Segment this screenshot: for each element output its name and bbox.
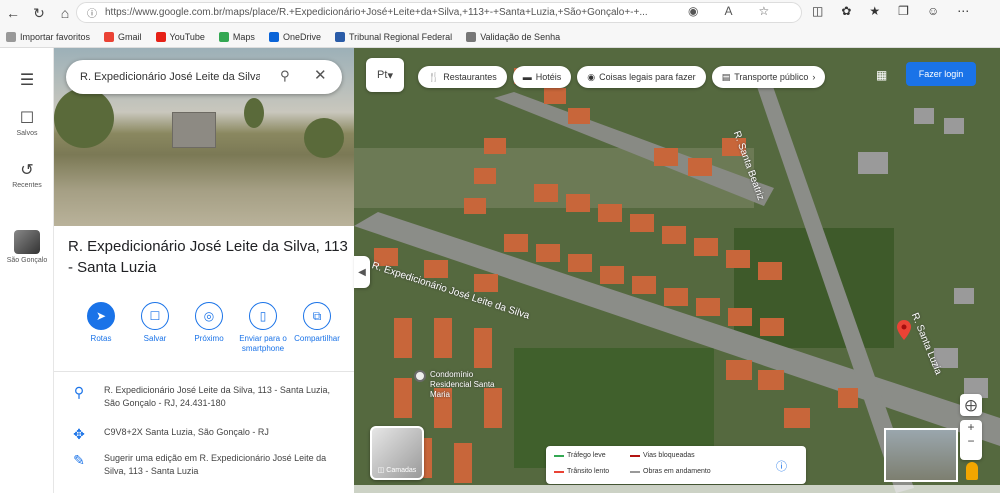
divider [54, 371, 354, 372]
share-icon: ⧉ [303, 302, 331, 330]
search-input[interactable]: R. Expedicionário José Leite da Silva, 1… [80, 71, 260, 83]
collections-icon[interactable]: ❐ [898, 4, 909, 18]
street-view-thumbnail[interactable] [884, 428, 958, 482]
legend-item: Tráfego leve [554, 452, 606, 459]
pencil-icon: ✎ [73, 452, 85, 468]
phone-icon: ▯ [249, 302, 277, 330]
place-title: R. Expedicionário José Leite da Silva, 1… [68, 238, 348, 276]
more-icon[interactable]: ⋯ [957, 4, 969, 18]
poi-marker[interactable]: Condomínio Residencial Santa Maria [414, 370, 510, 400]
home-icon[interactable]: ⌂ [52, 0, 78, 26]
chip-things-to-do[interactable]: ◉ Coisas legais para fazer [577, 66, 706, 88]
nearby-icon: ◎ [195, 302, 223, 330]
legend-item: Obras em andamento [630, 468, 711, 475]
bookmark-trf[interactable]: Tribunal Regional Federal [334, 31, 452, 42]
info-icon[interactable]: ⓘ [776, 458, 787, 474]
chevron-left-icon: ◀ [358, 266, 366, 278]
favorites-icon[interactable]: ★ [869, 4, 880, 18]
favorite-star-icon[interactable]: ☆ [759, 4, 770, 18]
layers-button[interactable]: ◫ Camadas [370, 426, 424, 480]
recent-place[interactable]: São Gonçalo [0, 230, 54, 264]
poi-icon [414, 370, 426, 382]
place-actions: ➤ Rotas ☐ Salvar ◎ Próximo ▯ Enviar para o s… [74, 302, 344, 354]
place-panel: R. Expedicionário José Leite da Silva, 1… [54, 48, 354, 493]
map-imagery [354, 48, 1000, 493]
chip-hotels[interactable]: ▬ Hotéis [512, 66, 572, 88]
plus-code-row[interactable]: ✥ C9V8+2X Santa Luzia, São Gonçalo - RJ [54, 426, 354, 443]
plus-code-icon: ✥ [73, 426, 85, 442]
chevron-right-icon: › [812, 72, 816, 82]
bookmark-icon: ☐ [19, 110, 35, 127]
directions-button[interactable]: ➤ Rotas [74, 302, 128, 354]
bookmark-maps[interactable]: Maps [218, 31, 255, 42]
address-row[interactable]: ⚲ R. Expedicionário José Leite da Silva,… [54, 384, 354, 410]
satellite-map[interactable]: Pt ▾ 🍴 Restaurantes ▬ Hotéis ◉ Coisas legais… [354, 48, 1000, 493]
bus-icon: ▤ [721, 71, 731, 82]
bookmark-onedrive[interactable]: OneDrive [268, 31, 321, 42]
search-icon[interactable]: ⚲ [280, 68, 290, 84]
location-permission-icon[interactable]: ◉ [688, 4, 698, 18]
bookmark-import[interactable]: Importar favoritos [6, 31, 90, 42]
gmail-icon [104, 31, 115, 42]
bookmark-validation[interactable]: Validação de Senha [466, 31, 560, 42]
menu-button[interactable]: ☰ [0, 70, 54, 92]
share-button[interactable]: ⧉ Compartilhar [290, 302, 344, 354]
category-chips: 🍴 Restaurantes ▬ Hotéis ◉ Coisas legais par… [418, 66, 826, 88]
location-pin-icon[interactable] [897, 320, 911, 340]
chip-restaurants[interactable]: 🍴 Restaurantes [418, 66, 507, 88]
recent-button[interactable]: ↺ Recentes [0, 160, 54, 189]
map-attribution [354, 485, 1000, 493]
zoom-controls: + − [960, 420, 982, 460]
bookmark-gmail[interactable]: Gmail [104, 31, 142, 42]
collapse-panel-button[interactable]: ◀ [354, 256, 370, 288]
location-pin-icon: ⚲ [73, 384, 85, 400]
history-icon: ↺ [20, 162, 34, 179]
trf-icon [334, 31, 345, 42]
saved-button[interactable]: ☐ Salvos [0, 108, 54, 137]
traffic-legend: Tráfego leve Trânsito lento Vias bloquea… [546, 446, 806, 484]
send-to-phone-button[interactable]: ▯ Enviar para o smartphone [236, 302, 290, 354]
language-button[interactable]: Pt ▾ [366, 58, 404, 92]
directions-icon: ➤ [87, 302, 115, 330]
layers-icon: ◫ [377, 467, 385, 474]
chip-transit[interactable]: ▤ Transporte público › [711, 66, 826, 88]
bed-icon: ▬ [522, 72, 532, 82]
apps-grid-icon[interactable]: ▦ [876, 68, 887, 82]
legend-item: Vias bloqueadas [630, 452, 695, 459]
url-text: https://www.google.com.br/maps/place/R.+… [105, 7, 648, 18]
folder-icon [6, 31, 16, 42]
maps-icon [218, 31, 229, 42]
extensions-icon[interactable]: ✿ [841, 4, 851, 18]
recent-place-thumbnail [14, 230, 40, 254]
legend-item: Trânsito lento [554, 468, 609, 475]
suggest-edit-row[interactable]: ✎ Sugerir uma edição em R. Expedicionári… [54, 452, 354, 478]
search-box[interactable]: R. Expedicionário José Leite da Silva, 1… [66, 60, 342, 94]
crosshair-icon: ⨁ [965, 398, 977, 412]
login-button[interactable]: Fazer login [906, 62, 976, 86]
refresh-icon[interactable]: ↻ [26, 0, 52, 26]
nearby-button[interactable]: ◎ Próximo [182, 302, 236, 354]
close-icon[interactable]: ✕ [314, 66, 327, 84]
fork-knife-icon: 🍴 [428, 71, 440, 82]
split-screen-icon[interactable]: ◫ [812, 4, 823, 18]
zoom-in-button[interactable]: + [967, 420, 974, 434]
zoom-out-button[interactable]: − [967, 434, 974, 448]
hamburger-icon: ☰ [19, 72, 35, 89]
read-aloud-icon[interactable]: A [724, 4, 732, 18]
my-location-button[interactable]: ⨁ [960, 394, 982, 416]
profile-icon[interactable]: ☺ [927, 4, 939, 18]
onedrive-icon [268, 31, 279, 42]
youtube-icon [155, 31, 166, 42]
bookmarks-bar: Importar favoritos Gmail YouTube Maps On… [0, 26, 1000, 48]
site-info-icon[interactable]: ⓘ [87, 5, 97, 20]
back-icon[interactable]: ← [0, 0, 26, 26]
camera-icon: ◉ [587, 71, 596, 82]
validation-icon [466, 31, 477, 42]
bookmark-youtube[interactable]: YouTube [155, 31, 205, 42]
save-button[interactable]: ☐ Salvar [128, 302, 182, 354]
pegman-icon[interactable] [966, 462, 978, 480]
maps-left-rail: ☰ ☐ Salvos ↺ Recentes São Gonçalo [0, 48, 54, 493]
bookmark-icon: ☐ [141, 302, 169, 330]
